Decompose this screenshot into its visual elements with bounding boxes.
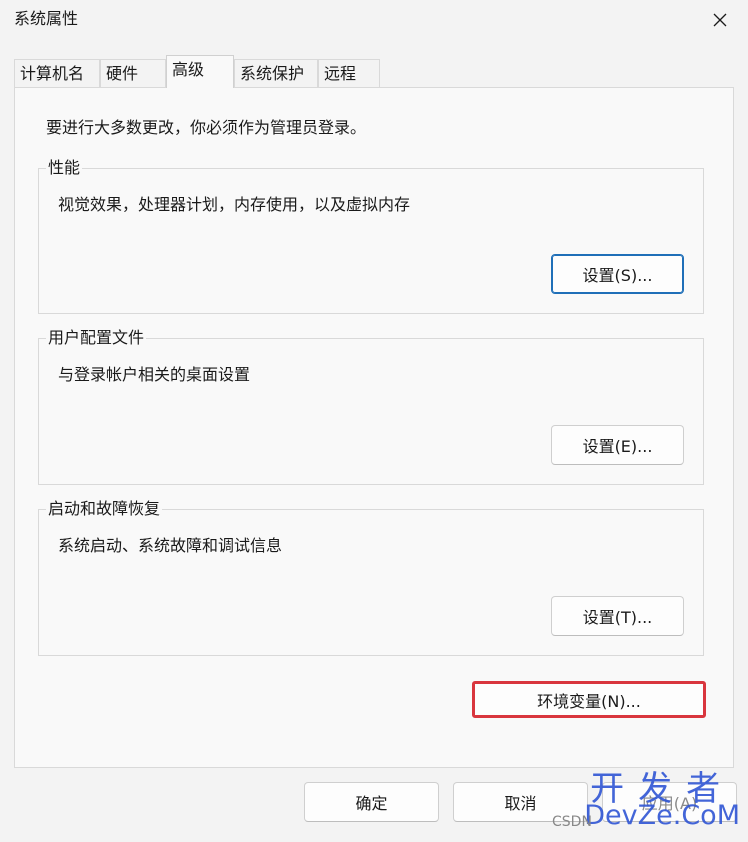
group-title: 启动和故障恢复 <box>46 498 163 520</box>
admin-notice: 要进行大多数更改，你必须作为管理员登录。 <box>46 118 367 137</box>
tab-system-protection[interactable]: 系统保护 <box>234 59 318 87</box>
ok-button[interactable]: 确定 <box>304 782 439 822</box>
tab-hardware[interactable]: 硬件 <box>100 59 166 87</box>
group-title: 性能 <box>46 157 83 179</box>
environment-variables-button[interactable]: 环境变量(N)... <box>472 681 706 718</box>
advanced-tab-panel: 要进行大多数更改，你必须作为管理员登录。 性能 视觉效果，处理器计划，内存使用，… <box>14 87 734 768</box>
watermark-bottom: DevZe.CoM <box>584 800 740 831</box>
user-profiles-group: 用户配置文件 与登录帐户相关的桌面设置 设置(E)... <box>38 327 704 485</box>
window-title: 系统属性 <box>14 9 79 28</box>
system-properties-dialog: 系统属性 计算机名 硬件 高级 系统保护 远程 要进行大多数更改，你必须作为管理… <box>0 0 748 842</box>
close-icon <box>713 13 727 27</box>
csdn-watermark: CSDN <box>552 814 592 830</box>
tab-remote[interactable]: 远程 <box>318 59 380 87</box>
tab-computer-name[interactable]: 计算机名 <box>14 59 100 87</box>
startup-recovery-group: 启动和故障恢复 系统启动、系统故障和调试信息 设置(T)... <box>38 498 704 656</box>
tab-advanced[interactable]: 高级 <box>166 55 234 88</box>
group-title: 用户配置文件 <box>46 327 147 349</box>
close-button[interactable] <box>700 4 740 36</box>
group-description: 与登录帐户相关的桌面设置 <box>58 365 251 384</box>
group-description: 系统启动、系统故障和调试信息 <box>58 536 283 555</box>
watermark: 开发者 DevZe.CoM <box>584 772 740 829</box>
user-profiles-settings-button[interactable]: 设置(E)... <box>551 425 684 465</box>
group-description: 视觉效果，处理器计划，内存使用，以及虚拟内存 <box>58 195 411 214</box>
performance-settings-button[interactable]: 设置(S)... <box>551 254 684 294</box>
startup-recovery-settings-button[interactable]: 设置(T)... <box>551 596 684 636</box>
performance-group: 性能 视觉效果，处理器计划，内存使用，以及虚拟内存 设置(S)... <box>38 157 704 314</box>
